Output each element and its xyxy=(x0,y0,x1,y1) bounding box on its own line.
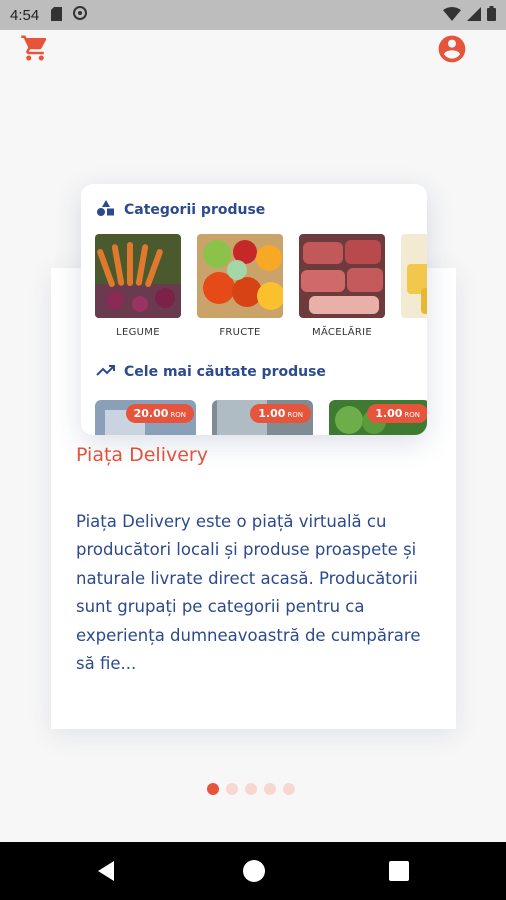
trending-up-icon xyxy=(96,362,116,381)
product-card[interactable]: 1.00 RON xyxy=(329,400,427,435)
fruits-image xyxy=(197,234,283,318)
account-button[interactable] xyxy=(436,33,468,65)
dairy-image xyxy=(401,234,427,318)
app-preview-card: Categorii produse LEGUME FRUCTE MĂCELĂRI… xyxy=(81,184,427,435)
categories-icon xyxy=(96,199,116,221)
page-dot-4[interactable] xyxy=(264,783,276,795)
page-dot-5[interactable] xyxy=(283,783,295,795)
status-time: 4:54 xyxy=(10,6,40,24)
vegetables-image xyxy=(95,234,181,318)
categories-heading: Categorii produse xyxy=(124,202,266,218)
price-value: 20.00 xyxy=(133,407,169,420)
categories-header: Categorii produse xyxy=(96,199,265,221)
data-saver-icon xyxy=(72,5,88,25)
status-bar: 4:54 xyxy=(0,0,506,30)
back-icon[interactable] xyxy=(96,859,116,887)
price-currency: RON xyxy=(404,411,420,419)
system-navigation-bar xyxy=(0,842,506,900)
category-label: LĂ xyxy=(401,327,427,338)
popular-heading: Cele mai căutate produse xyxy=(124,363,326,380)
recent-apps-icon[interactable] xyxy=(389,861,409,881)
onboarding-description: Piața Delivery este o piață virtuală cu … xyxy=(76,512,421,674)
popular-products-list: 20.00 RON 1.00 RON 1.00 RON xyxy=(95,400,427,435)
price-value: 1.00 xyxy=(375,407,403,420)
price-tag: 1.00 RON xyxy=(250,404,311,423)
category-label: MĂCELĂRIE xyxy=(312,327,372,338)
category-item-macelarie[interactable]: MĂCELĂRIE xyxy=(299,234,385,338)
price-tag: 20.00 RON xyxy=(125,404,194,423)
shopping-cart-icon xyxy=(20,35,50,67)
top-app-bar xyxy=(0,30,506,66)
battery-icon xyxy=(487,5,496,25)
price-tag: 1.00 RON xyxy=(367,404,427,423)
meat-image xyxy=(299,234,385,318)
category-item-legume[interactable]: LEGUME xyxy=(95,234,181,338)
product-card[interactable]: 20.00 RON xyxy=(95,400,196,435)
home-icon[interactable] xyxy=(243,860,265,882)
page-dot-1[interactable] xyxy=(207,783,219,795)
category-item-lactate[interactable]: LĂ xyxy=(401,234,427,338)
cell-signal-icon xyxy=(467,6,481,25)
page-indicator xyxy=(207,783,295,795)
category-label: FRUCTE xyxy=(219,327,261,338)
categories-list: LEGUME FRUCTE MĂCELĂRIE xyxy=(95,234,427,338)
sd-card-icon xyxy=(51,6,63,25)
category-label: LEGUME xyxy=(116,327,160,338)
price-value: 1.00 xyxy=(258,407,286,420)
account-circle-icon xyxy=(436,35,468,69)
cart-button[interactable] xyxy=(20,33,50,63)
category-item-fructe[interactable]: FRUCTE xyxy=(197,234,283,338)
price-currency: RON xyxy=(287,411,303,419)
price-currency: RON xyxy=(170,411,186,419)
page-dot-2[interactable] xyxy=(226,783,238,795)
onboarding-title: Piața Delivery xyxy=(76,444,208,466)
wifi-icon xyxy=(443,6,461,25)
product-card[interactable]: 1.00 RON xyxy=(212,400,313,435)
popular-header: Cele mai căutate produse xyxy=(96,362,326,381)
page-dot-3[interactable] xyxy=(245,783,257,795)
